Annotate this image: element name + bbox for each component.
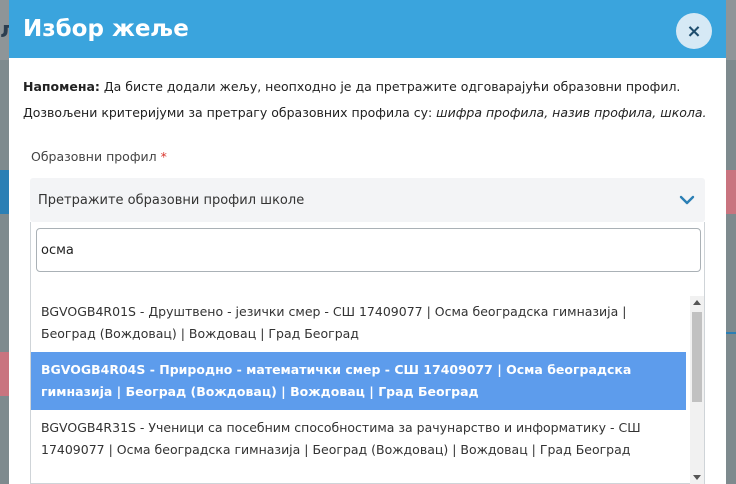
- scroll-thumb[interactable]: [692, 312, 702, 402]
- profile-search-input[interactable]: [36, 228, 701, 272]
- profile-field-label: Образовни профил *: [31, 149, 167, 164]
- note-body: Да бисте додали жељу, неопходно је да пр…: [99, 79, 681, 94]
- modal-header: Избор жеље: [9, 0, 726, 58]
- profile-select[interactable]: Претражите образовни профил школе: [30, 178, 705, 222]
- note-text: Напомена: Да бисте додали жељу, неопходн…: [23, 79, 680, 94]
- dropdown-scrollbar[interactable]: [690, 296, 704, 484]
- wish-selection-modal: Избор жеље × Напомена: Да бисте додали ж…: [9, 0, 726, 484]
- chevron-down-icon: [679, 195, 695, 205]
- profile-options-list: BGVOGB4R01S - Друштвено - језички смер -…: [31, 294, 686, 468]
- criteria-text: Дозвољени критеријуми за претрагу образо…: [23, 105, 707, 120]
- required-mark: *: [160, 149, 167, 164]
- profile-dropdown: BGVOGB4R01S - Друштвено - језички смер -…: [30, 222, 705, 484]
- profile-select-placeholder: Претражите образовни профил школе: [38, 192, 305, 208]
- profile-option[interactable]: BGVOGB4R01S - Друштвено - језички смер -…: [31, 294, 686, 352]
- close-icon: ×: [686, 20, 702, 42]
- scroll-up-icon[interactable]: [693, 300, 701, 305]
- scroll-down-icon[interactable]: [693, 475, 701, 480]
- profile-option[interactable]: BGVOGB4R04S - Природно - математички сме…: [31, 352, 686, 410]
- profile-option[interactable]: BGVOGB4R31S - Ученици са посебним способ…: [31, 410, 686, 468]
- criteria-prefix: Дозвољени критеријуми за претрагу образо…: [23, 105, 437, 120]
- criteria-items: шифра профила, назив профила, школа.: [436, 105, 707, 120]
- close-button[interactable]: ×: [676, 13, 712, 49]
- modal-title: Избор жеље: [23, 16, 189, 42]
- note-label: Напомена:: [23, 79, 100, 94]
